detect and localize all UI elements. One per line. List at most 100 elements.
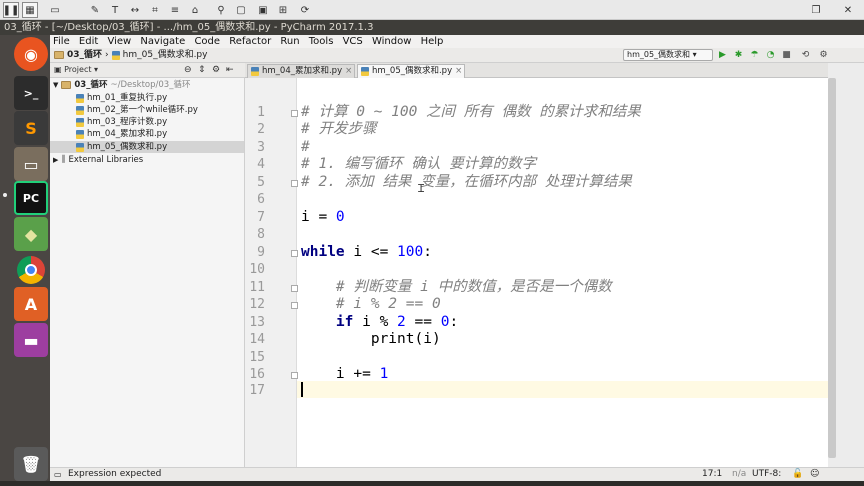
screen-icon[interactable]: ▭ xyxy=(47,2,63,18)
hide-panel-icon[interactable]: ⇤ xyxy=(226,63,234,77)
run-config-label: hm_05_偶数求和 xyxy=(627,50,691,59)
scroll-from-source-icon[interactable]: ⇕ xyxy=(198,63,206,77)
stack-icon[interactable]: ◆ xyxy=(14,217,48,251)
fold-marker-icon[interactable] xyxy=(291,372,298,379)
crop-icon[interactable]: ⌗ xyxy=(147,2,163,18)
chevron-right-icon: › xyxy=(105,50,109,60)
menu-navigate[interactable]: Navigate xyxy=(140,35,185,48)
status-message: Expression expected xyxy=(68,469,162,479)
files-icon[interactable]: ▭ xyxy=(14,147,48,181)
save-icon[interactable]: ▣ xyxy=(255,2,271,18)
code-token: i += xyxy=(301,366,380,382)
tab-hm05[interactable]: hm_05_偶数求和.py × xyxy=(357,64,465,78)
folder-icon xyxy=(61,81,72,89)
stop-icon[interactable]: ■ xyxy=(781,50,792,61)
code-line: # 开发步骤 xyxy=(301,121,377,137)
code-number: 100 xyxy=(397,244,424,260)
app-icon[interactable]: ▬ xyxy=(14,323,48,357)
menu-help[interactable]: Help xyxy=(421,35,444,48)
menu-file[interactable]: File xyxy=(53,35,70,48)
collapse-icon[interactable]: ⊖ xyxy=(184,63,192,77)
run-config-select[interactable]: hm_05_偶数求和 ▾ xyxy=(623,49,713,61)
close-tab-icon[interactable]: × xyxy=(455,65,462,78)
project-header-label: Project xyxy=(64,65,92,74)
menu-refactor[interactable]: Refactor xyxy=(229,35,271,48)
tree-file[interactable]: hm_03_程序计数.py xyxy=(76,116,167,128)
window-icon[interactable]: ❐ xyxy=(808,2,824,18)
tab-label: hm_04_累加求和.py xyxy=(262,66,343,76)
lock-icon[interactable]: ⌂ xyxy=(187,2,203,18)
settings-icon[interactable]: ⚙ xyxy=(818,50,829,61)
gear-icon[interactable]: ⚙ xyxy=(212,63,220,77)
menu-run[interactable]: Run xyxy=(280,35,299,48)
tree-external-libraries[interactable]: ▶ ⫼ External Libraries xyxy=(53,154,143,166)
grid2-icon[interactable]: ⊞ xyxy=(275,2,291,18)
menu-view[interactable]: View xyxy=(107,35,131,48)
tree-file[interactable]: hm_01_重复执行.py xyxy=(76,92,167,104)
code-line: i = 0 xyxy=(301,209,345,226)
code-editor[interactable]: 1 2 3 4 5 6 7 8 9 10 11 12 13 14 15 16 1… xyxy=(245,78,828,467)
trash-icon[interactable]: 🗑 xyxy=(14,447,48,481)
close-tab-icon[interactable]: × xyxy=(345,65,352,78)
tree-file[interactable]: hm_02_第一个while循环.py xyxy=(76,104,198,116)
chevron-down-icon: ▼ xyxy=(53,81,59,89)
vertical-scrollbar[interactable] xyxy=(828,63,864,467)
code-line: print(i) xyxy=(301,331,441,347)
file-encoding[interactable]: UTF-8: xyxy=(752,468,781,481)
text-icon[interactable]: T xyxy=(107,2,123,18)
breadcrumb-file[interactable]: hm_05_偶数求和.py xyxy=(123,48,208,62)
menu-tools[interactable]: Tools xyxy=(309,35,334,48)
inspector-icon[interactable]: ☺ xyxy=(810,468,819,481)
tab-hm04[interactable]: hm_04_累加求和.py × xyxy=(247,64,355,78)
scrollbar-thumb[interactable] xyxy=(828,78,836,458)
readonly-lock-icon[interactable]: 🔓 xyxy=(792,468,803,481)
menu-code[interactable]: Code xyxy=(194,35,220,48)
pycharm-icon[interactable]: PC xyxy=(14,181,48,215)
close-icon[interactable]: ✕ xyxy=(840,2,856,18)
tree-file-label: hm_03_程序计数.py xyxy=(87,117,168,127)
stack-icon[interactable]: ≡ xyxy=(167,2,183,18)
run-icon[interactable]: ▶ xyxy=(717,50,728,61)
swap-icon[interactable]: ↔ xyxy=(127,2,143,18)
chrome-icon[interactable] xyxy=(14,253,48,287)
terminal-icon[interactable]: >_ xyxy=(14,76,48,110)
tree-file[interactable]: hm_04_累加求和.py xyxy=(76,128,167,140)
cursor-position[interactable]: 17:1 xyxy=(702,468,722,481)
doc-icon[interactable]: ▢ xyxy=(233,2,249,18)
status-panel-icon[interactable]: ▭ xyxy=(54,468,62,481)
fold-marker-icon[interactable] xyxy=(291,285,298,292)
debug-icon[interactable]: ✱ xyxy=(733,50,744,61)
code-token: : xyxy=(423,244,432,260)
wrench-icon[interactable]: ✎ xyxy=(87,2,103,18)
profile-icon[interactable]: ◔ xyxy=(765,50,776,61)
line-number: 12 xyxy=(249,297,265,312)
breadcrumb-project[interactable]: 03_循环 xyxy=(67,48,102,62)
usb-icon[interactable]: ⚲ xyxy=(213,2,229,18)
ubuntu-dash-icon[interactable]: ◉ xyxy=(14,37,48,71)
sync-icon[interactable]: ⟲ xyxy=(800,50,811,61)
folder-icon xyxy=(54,51,64,59)
menu-edit[interactable]: Edit xyxy=(79,35,98,48)
menu-vcs[interactable]: VCS xyxy=(343,35,363,48)
project-panel-title[interactable]: ▣ Project ▾ xyxy=(54,63,98,77)
pause-icon[interactable]: ❚❚ xyxy=(3,2,19,18)
code-line: # xyxy=(301,139,310,155)
line-separator[interactable]: n/a xyxy=(732,468,746,481)
python-file-icon xyxy=(76,93,84,103)
tree-root[interactable]: ▼ 03_循环 ~/Desktop/03_循环 xyxy=(53,79,190,91)
menu-window[interactable]: Window xyxy=(372,35,411,48)
code-line: while i <= 100: xyxy=(301,244,432,261)
tree-file-selected[interactable]: hm_05_偶数求和.py xyxy=(50,141,244,153)
sublime-icon[interactable]: S xyxy=(14,111,48,145)
refresh-icon[interactable]: ⟳ xyxy=(297,2,313,18)
coverage-icon[interactable]: ☂ xyxy=(749,50,760,61)
fold-marker-icon[interactable] xyxy=(291,180,298,187)
grid-icon[interactable]: ▦ xyxy=(22,2,38,18)
fold-marker-icon[interactable] xyxy=(291,110,298,117)
fold-marker-icon[interactable] xyxy=(291,302,298,309)
software-center-icon[interactable]: A xyxy=(14,287,48,321)
line-number: 16 xyxy=(249,367,265,382)
fold-marker-icon[interactable] xyxy=(291,250,298,257)
code-keyword: while xyxy=(301,244,345,260)
